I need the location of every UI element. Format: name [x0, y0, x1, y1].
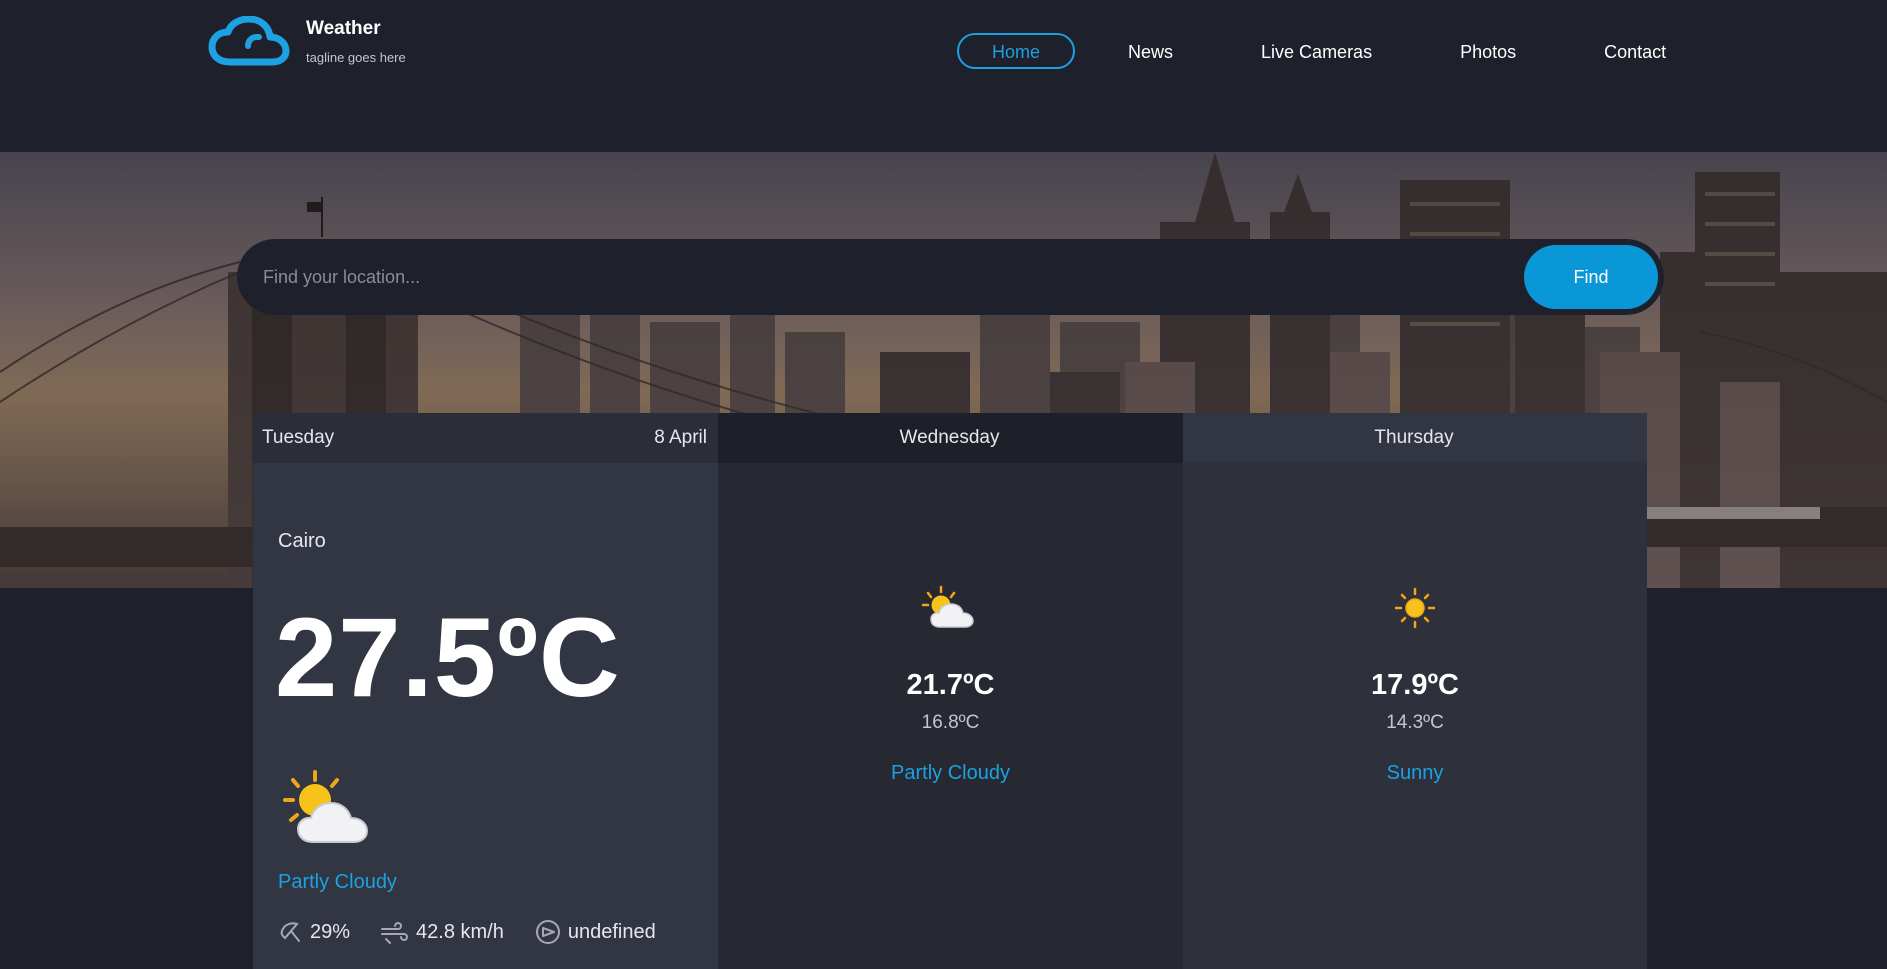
forecast-card-header: Wednesday: [718, 413, 1183, 463]
wind-direction-value: undefined: [567, 920, 656, 943]
forecast-card-today: Tuesday 8 April Cairo 27.5ºC Partly Clou…: [253, 413, 718, 969]
main-nav: Home News Live Cameras Photos Contact: [957, 33, 1719, 69]
forecast-card-day: Thursday 17.9ºC 14.3ºC Sunny: [1183, 413, 1647, 969]
nav-live-cameras[interactable]: Live Cameras: [1226, 33, 1407, 69]
forecast-card-header: Thursday: [1183, 413, 1647, 463]
forecast-panel: Tuesday 8 April Cairo 27.5ºC Partly Clou…: [253, 413, 1647, 969]
wind-icon: [381, 921, 409, 944]
compass-icon: [535, 920, 560, 944]
site-header: Weather tagline goes here Home News Live…: [0, 0, 1887, 152]
humidity-value: 29%: [310, 920, 351, 943]
brand[interactable]: Weather tagline goes here: [208, 16, 406, 68]
location-search: Find: [237, 239, 1664, 315]
day-name: Wednesday: [899, 427, 1000, 448]
brand-title: Weather: [306, 18, 381, 39]
forecast-card-day: Wednesday 21.7ºC 16.8ºC Partly Cloudy: [718, 413, 1183, 969]
max-temperature: 17.9ºC: [1371, 669, 1459, 701]
min-temperature: 14.3ºC: [1386, 712, 1444, 733]
day-condition: Sunny: [1386, 762, 1444, 784]
cloud-icon: [208, 16, 290, 66]
day-condition: Partly Cloudy: [891, 762, 1010, 784]
humidity-stat: 29%: [278, 919, 350, 945]
weather-stats: 29% 42.8 km/h undefined: [278, 918, 686, 946]
nav-contact[interactable]: Contact: [1569, 33, 1701, 69]
search-input[interactable]: [263, 239, 1513, 315]
wind-speed-value: 42.8 km/h: [416, 920, 504, 943]
wind-direction-stat: undefined: [534, 918, 656, 946]
brand-tagline: tagline goes here: [306, 50, 406, 65]
weather-page: Weather tagline goes here Home News Live…: [0, 0, 1887, 969]
partly-cloudy-icon: [283, 770, 369, 843]
umbrella-icon: [280, 922, 300, 942]
wind-speed-stat: 42.8 km/h: [380, 919, 504, 945]
nav-photos[interactable]: Photos: [1425, 33, 1551, 69]
day-name: Tuesday: [262, 427, 335, 448]
day-name: Thursday: [1374, 427, 1454, 448]
forecast-card-header: Tuesday 8 April: [253, 413, 718, 463]
current-condition: Partly Cloudy: [278, 871, 397, 893]
partly-cloudy-icon: [921, 585, 974, 628]
find-button[interactable]: Find: [1524, 245, 1658, 309]
nav-news[interactable]: News: [1093, 33, 1208, 69]
max-temperature: 21.7ºC: [906, 669, 995, 701]
sun-icon: [1394, 587, 1436, 629]
current-temperature: 27.5ºC: [275, 595, 621, 720]
date: 8 April: [654, 427, 707, 448]
min-temperature: 16.8ºC: [921, 712, 980, 733]
location-name: Cairo: [278, 530, 326, 552]
nav-home[interactable]: Home: [957, 33, 1076, 69]
